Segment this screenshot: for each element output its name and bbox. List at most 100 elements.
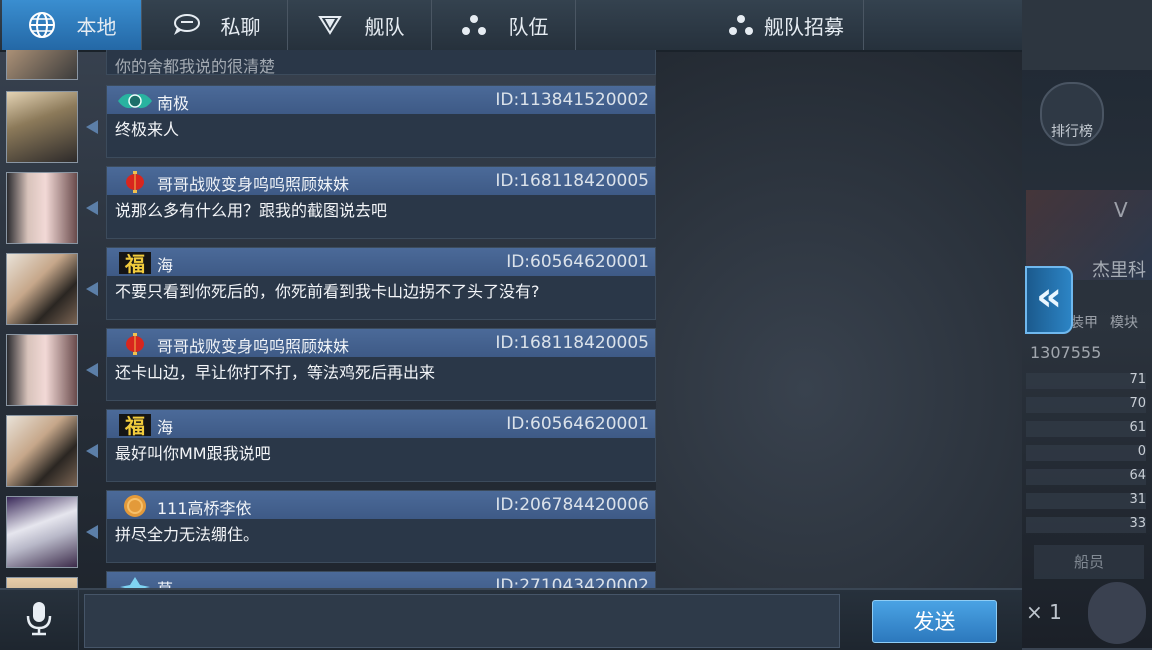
message-header: 111高桥李依 ID:206784420006 [107,491,655,519]
message-bubble: 你的舍都我说的很清楚 [106,50,656,76]
sender-name[interactable]: 草 [157,576,173,588]
stat-row [1026,445,1146,461]
message-header: 南极 ID:113841520002 [107,86,655,114]
message-header: 草 ID:271043420002 [107,572,655,588]
stat-row [1026,517,1146,533]
ship-number: 1307555 [1030,343,1102,362]
double-chevron-left-icon: « [1036,274,1062,320]
collapse-chat-button[interactable]: « [1025,266,1073,334]
team-dots-icon [459,10,489,40]
sender-id: ID:168118420005 [495,171,649,191]
avatar[interactable] [6,496,78,568]
teal-emblem-icon [115,89,155,113]
stat-value: 64 [1129,468,1146,483]
message-bubble: 福 海 ID:60564620001 最好叫你MM跟我说吧 [106,409,656,482]
message-input[interactable] [84,594,840,648]
message-text: 你的舍都我说的很清楚 [115,57,276,76]
message-bubble: 草 ID:271043420002 [106,571,656,588]
stat-value: 61 [1129,420,1146,435]
bubble-pointer [86,120,98,134]
red-lantern-icon [115,170,155,194]
tab-local[interactable]: 本地 [2,0,142,50]
tab-team[interactable]: 队伍 [432,0,576,50]
message-header: 福 海 ID:60564620001 [107,248,655,276]
message-header: 哥哥战败变身呜呜照顾妹妹 ID:168118420005 [107,167,655,195]
tab-label: 私聊 [220,14,261,39]
ship-class-letter: V [1114,198,1128,222]
chat-message: 111高桥李依 ID:206784420006 拼尽全力无法绷住。 [0,490,656,568]
message-text: 还卡山边，早让你打不打，等法鸡死后再出来 [115,363,436,382]
sender-id: ID:271043420002 [495,576,649,588]
avatar[interactable] [6,577,78,588]
team-dots-icon [726,10,756,40]
svg-text:福: 福 [124,414,145,438]
chat-tab-bar: 本地 私聊 舰队 队伍 舰队招募 [0,0,1022,52]
rank-label: 排行榜 [1051,124,1093,140]
sender-name[interactable]: 哥哥战败变身呜呜照顾妹妹 [157,333,349,357]
snowflake-icon [115,575,155,588]
message-bubble: 南极 ID:113841520002 终极来人 [106,85,656,158]
sender-id: ID:168118420005 [495,333,649,353]
chat-message-list[interactable]: 你的舍都我说的很清楚 南极 ID:113841520002 终极来人 哥哥战败变… [0,50,656,588]
sender-name[interactable]: 海 [157,252,173,276]
message-text: 拼尽全力无法绷住。 [115,525,260,544]
message-header: 福 海 ID:60564620001 [107,410,655,438]
sender-name[interactable]: 南极 [157,90,189,114]
send-button[interactable]: 发送 [872,600,997,643]
bubble-pointer [86,282,98,296]
avatar[interactable] [6,172,78,244]
message-text: 最好叫你MM跟我说吧 [115,444,271,463]
avatar[interactable] [6,91,78,163]
bubble-pointer [86,525,98,539]
avatar[interactable] [6,415,78,487]
tab-label: 舰队招募 [764,14,844,39]
stat-value: 31 [1129,492,1146,507]
avatar[interactable] [6,253,78,325]
captain-avatar[interactable] [1088,582,1146,644]
tab-label: 队伍 [508,14,549,39]
bubble-pointer [86,363,98,377]
tab-fleet[interactable]: 舰队 [288,0,432,50]
side-top-bar [1022,0,1152,70]
chat-bubble-icon [171,10,201,40]
module-label: 模块 [1110,315,1138,331]
avatar[interactable] [6,334,78,406]
ship-name: 杰里科 [1092,260,1146,281]
message-bubble: 福 海 ID:60564620001 不要只看到你死后的，你死前看到我卡山边拐不… [106,247,656,320]
chat-message: 南极 ID:113841520002 终极来人 [0,85,656,163]
voice-button[interactable] [0,590,79,650]
sender-id: ID:206784420006 [495,495,649,515]
stat-value: 0 [1137,444,1146,459]
crew-button[interactable]: 船员 [1034,545,1144,579]
rank-button[interactable]: 排行榜 [1040,82,1104,146]
chat-message: 草 ID:271043420002 [0,571,656,588]
stat-row [1026,373,1146,389]
fleet-emblem-icon [315,10,345,40]
chat-message: 哥哥战败变身呜呜照顾妹妹 ID:168118420005 说那么多有什么用？跟我… [0,166,656,244]
chat-message: 福 海 ID:60564620001 不要只看到你死后的，你死前看到我卡山边拐不… [0,247,656,325]
stat-row [1026,469,1146,485]
stat-row [1026,493,1146,509]
sender-id: ID:60564620001 [506,252,649,272]
stat-value: 70 [1129,396,1146,411]
microphone-icon [25,600,53,640]
sender-name[interactable]: 111高桥李依 [157,495,252,519]
avatar[interactable] [6,50,78,80]
tab-fleet-recruit[interactable]: 舰队招募 [576,0,864,50]
sender-id: ID:113841520002 [495,90,649,110]
bubble-pointer [86,444,98,458]
chat-message: 哥哥战败变身呜呜照顾妹妹 ID:168118420005 还卡山边，早让你打不打… [0,328,656,406]
globe-icon [27,10,57,40]
sender-name[interactable]: 哥哥战败变身呜呜照顾妹妹 [157,171,349,195]
mooncake-icon [115,494,155,518]
multiplier-text: × 1 [1026,600,1062,624]
tab-label: 本地 [76,14,117,39]
sender-name[interactable]: 海 [157,414,173,438]
red-lantern-icon [115,332,155,356]
message-text: 说那么多有什么用？跟我的截图说去吧 [115,201,388,220]
chat-message: 福 海 ID:60564620001 最好叫你MM跟我说吧 [0,409,656,487]
sender-id: ID:60564620001 [506,414,649,434]
message-bubble: 111高桥李依 ID:206784420006 拼尽全力无法绷住。 [106,490,656,563]
tab-private-chat[interactable]: 私聊 [144,0,288,50]
fu-character-icon: 福 [115,251,155,276]
